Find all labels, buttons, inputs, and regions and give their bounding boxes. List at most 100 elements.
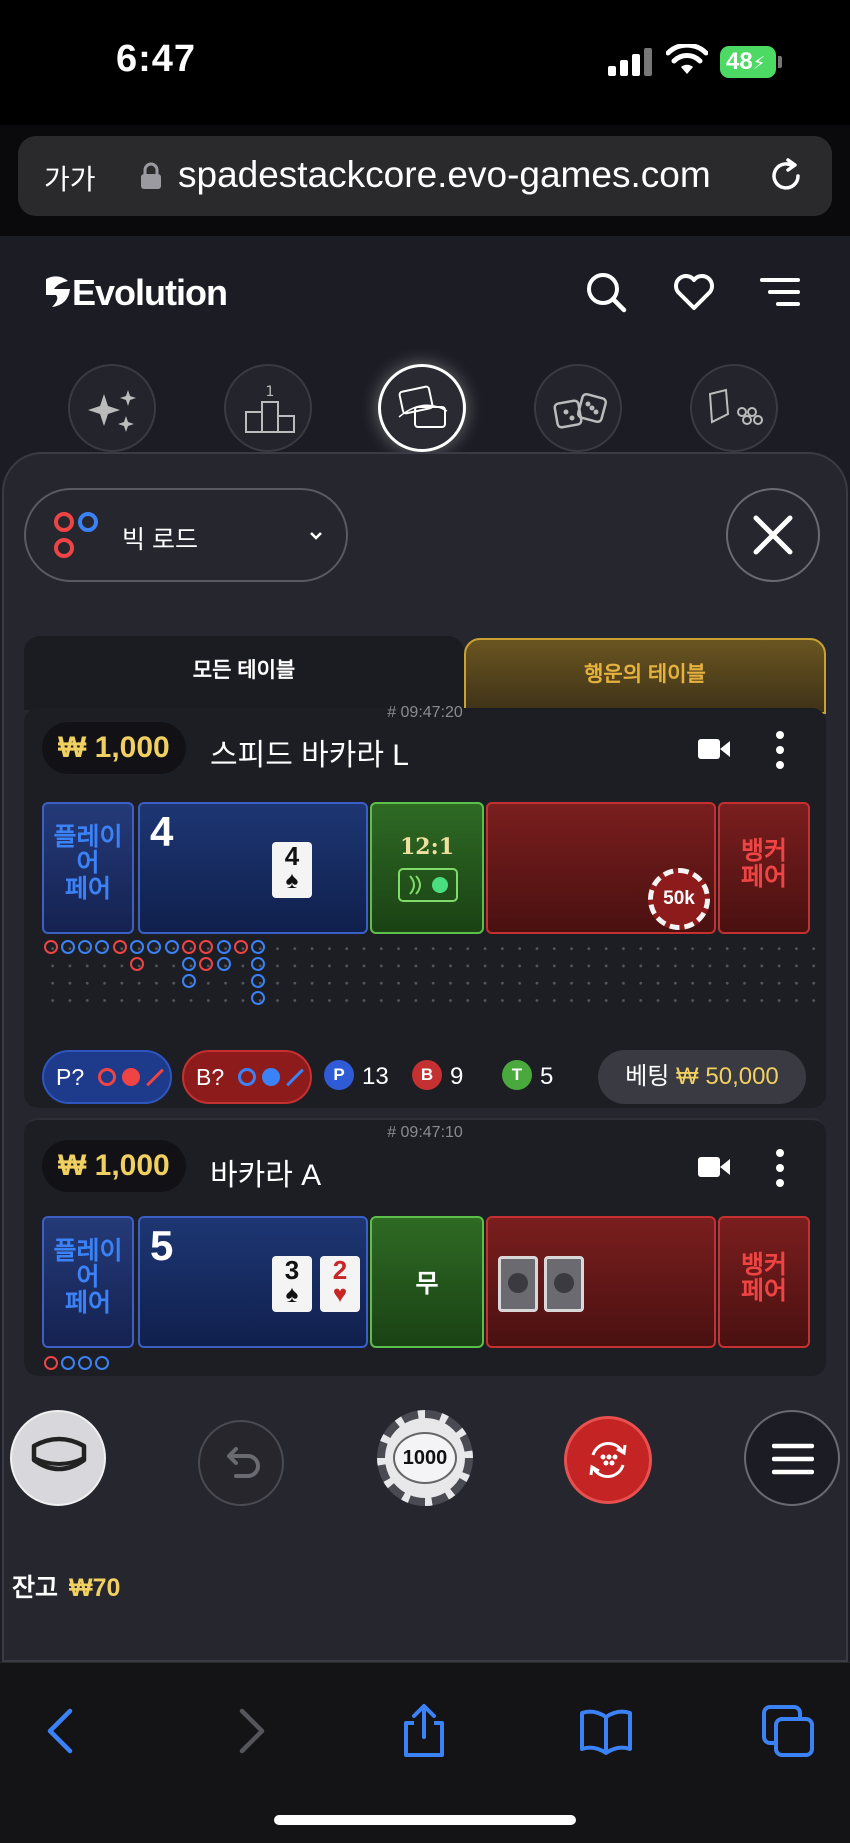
banker-win-count: B9 <box>412 1060 463 1094</box>
url-text[interactable]: spadestackcore.evo-games.com <box>178 154 711 196</box>
balance-label: 잔고 <box>12 1574 59 1602</box>
road-result-marker <box>199 957 213 971</box>
search-icon[interactable] <box>584 270 628 314</box>
tie-count: T5 <box>502 1060 553 1094</box>
battery-cap <box>778 56 782 68</box>
selected-chip-value: 1000 <box>393 1432 457 1484</box>
banker-pair-bet-zone[interactable]: 뱅커 페어 <box>718 802 810 934</box>
player-score: 4 <box>150 808 174 855</box>
min-bet-limit: ₩ 1,000 <box>42 1140 186 1192</box>
tabs-icon[interactable] <box>760 1703 816 1759</box>
road-result-marker <box>113 940 127 954</box>
red-ring-icon <box>98 1068 116 1086</box>
podium-icon: 1 <box>245 384 295 433</box>
table-card-speed-baccarat-l[interactable]: # 09:47:20 ₩ 1,000 스피드 바카라 L 플레이어 페어 4 4… <box>24 704 826 1108</box>
player-pair-bet-zone[interactable]: 플레이어 페어 <box>42 1216 134 1348</box>
battery-level: 48 <box>726 48 753 75</box>
road-result-marker <box>95 940 109 954</box>
close-button[interactable] <box>726 488 820 582</box>
min-bet-limit: ₩ 1,000 <box>42 722 186 774</box>
banker-bet-zone[interactable]: 50k <box>486 802 716 934</box>
table-icon <box>31 1436 87 1472</box>
tie-bet-zone[interactable]: 12:1 <box>370 802 484 934</box>
charging-icon: ⚡ <box>752 53 766 73</box>
road-result-marker <box>130 957 144 971</box>
predict-banker-label: B? <box>196 1064 225 1090</box>
brand-name: Evolution <box>72 272 228 313</box>
menu-icon[interactable] <box>758 270 802 314</box>
game-show-icon <box>708 388 763 425</box>
tie-bet-zone[interactable]: 무 <box>370 1216 484 1348</box>
category-baccarat[interactable] <box>378 364 466 452</box>
betting-controls: 1000 <box>0 1376 850 1536</box>
predict-banker-button[interactable]: B? <box>182 1050 312 1104</box>
road-result-marker <box>251 991 265 1005</box>
road-result-marker <box>217 940 231 954</box>
favorites-heart-icon[interactable] <box>672 270 716 314</box>
player-bet-zone[interactable]: 4 4 ♠ <box>138 802 368 934</box>
chip-selector[interactable]: 1000 <box>377 1410 473 1506</box>
chevron-down-icon <box>310 532 322 540</box>
reload-icon[interactable] <box>766 156 806 196</box>
category-featured[interactable] <box>68 364 156 452</box>
forward-arrow-icon[interactable] <box>220 1703 276 1759</box>
road-result-marker <box>182 974 196 988</box>
player-score: 5 <box>150 1222 174 1269</box>
tie-bonus-icon <box>398 868 458 902</box>
back-arrow-icon[interactable] <box>36 1703 92 1759</box>
video-camera-icon[interactable] <box>698 738 730 760</box>
video-camera-icon[interactable] <box>698 1156 730 1178</box>
road-result-marker <box>147 940 161 954</box>
road-result-marker <box>251 957 265 971</box>
rebet-icon <box>589 1442 627 1478</box>
evolution-logo: Evolution <box>44 272 228 314</box>
home-indicator <box>274 1815 576 1825</box>
face-down-card-1 <box>498 1256 538 1312</box>
svg-text:1: 1 <box>266 384 275 400</box>
evolution-logo-mark <box>46 276 70 307</box>
balance-display: 잔고 ₩70 <box>12 1568 120 1604</box>
status-bar: 6:47 48⚡ <box>0 0 850 125</box>
table-name: 스피드 바카라 L <box>210 739 409 772</box>
predict-player-button[interactable]: P? <box>42 1050 172 1104</box>
wifi-icon <box>666 44 708 74</box>
text-size-button[interactable]: 가가 <box>44 158 96 198</box>
category-top-games[interactable]: 1 <box>224 364 312 452</box>
table-card-baccarat-a[interactable]: # 09:47:10 ₩ 1,000 바카라 A 플레이어 페어 5 3 ♠ 2 ♥… <box>24 1118 826 1376</box>
share-icon[interactable] <box>396 1703 452 1759</box>
main-menu-button[interactable] <box>744 1410 840 1506</box>
road-type-dropdown[interactable]: 빅 로드 <box>24 488 348 582</box>
balance-amount: ₩70 <box>68 1574 121 1602</box>
browser-toolbar <box>0 1662 850 1843</box>
road-result-marker <box>44 940 58 954</box>
red-slash-icon <box>146 1068 164 1087</box>
lock-icon <box>141 162 161 189</box>
red-dot-icon <box>122 1068 140 1086</box>
player-card-1: 3 ♠ <box>272 1256 312 1312</box>
tab-all-tables[interactable]: 모든 테이블 <box>24 636 464 710</box>
banker-bet-zone[interactable] <box>486 1216 716 1348</box>
road-result-marker <box>78 1356 92 1370</box>
player-card-2: 2 ♥ <box>320 1256 360 1312</box>
close-icon <box>753 515 793 555</box>
player-pair-bet-zone[interactable]: 플레이어 페어 <box>42 802 134 934</box>
blue-ring-icon <box>238 1068 256 1086</box>
banker-pair-bet-zone[interactable]: 뱅커 페어 <box>718 1216 810 1348</box>
category-dice[interactable] <box>534 364 622 452</box>
road-result-marker <box>44 1356 58 1370</box>
player-bet-zone[interactable]: 5 3 ♠ 2 ♥ <box>138 1216 368 1348</box>
tab-lucky-tables[interactable]: 행운의 테이블 <box>464 638 826 714</box>
bookmarks-icon[interactable] <box>578 1703 634 1759</box>
more-options-icon[interactable] <box>774 730 786 770</box>
dice-icon <box>553 392 608 429</box>
category-game-shows[interactable] <box>690 364 778 452</box>
rebet-button[interactable] <box>564 1416 652 1504</box>
hamburger-icon <box>772 1443 814 1475</box>
table-view-button[interactable] <box>10 1410 106 1506</box>
road-result-marker <box>61 940 75 954</box>
big-road-grid <box>44 940 824 1010</box>
undo-button[interactable] <box>198 1420 284 1506</box>
address-bar[interactable]: 가가 spadestackcore.evo-games.com <box>18 136 832 216</box>
more-options-icon[interactable] <box>774 1148 786 1188</box>
big-road-icon <box>54 512 98 558</box>
